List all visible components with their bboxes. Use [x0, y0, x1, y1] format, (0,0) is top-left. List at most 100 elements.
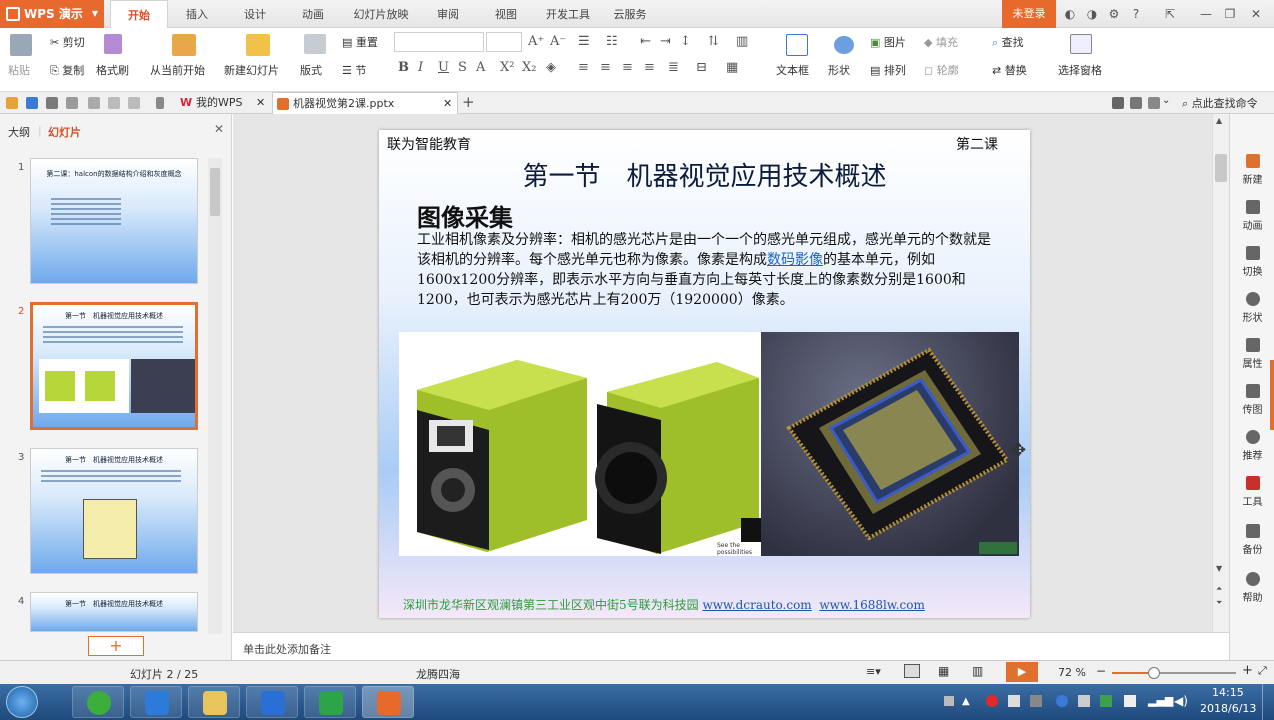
tab-view[interactable]: 视图	[482, 0, 530, 28]
new-tab-icon[interactable]: +	[462, 93, 475, 111]
close-icon[interactable]: ✕	[1246, 4, 1266, 24]
sorter-view-icon[interactable]: ▦	[938, 664, 949, 678]
side-upload-image[interactable]: 传图	[1230, 384, 1274, 416]
taskbar-wps-presentation[interactable]	[362, 686, 414, 718]
side-recommend[interactable]: 推荐	[1230, 430, 1274, 462]
font-shrink-icon[interactable]: A⁻	[550, 34, 566, 49]
justify-icon[interactable]: ≡	[644, 60, 655, 75]
textbox-button[interactable]: 文本框	[776, 62, 809, 78]
tab-cloud[interactable]: 云服务	[604, 0, 656, 28]
tab-my-wps[interactable]: W 我的WPS ✕	[176, 92, 270, 114]
feedback-icon[interactable]: ◑	[1082, 4, 1102, 24]
zoom-out-icon[interactable]: −	[1096, 664, 1106, 678]
print-icon[interactable]	[46, 97, 58, 109]
slide-thumb-1[interactable]: 第二课：halcon的数据结构介绍和灰度概念	[30, 158, 198, 284]
taskbar-explorer[interactable]	[188, 686, 240, 718]
copy-button[interactable]: ⎘ 复制	[50, 62, 84, 78]
distribute-icon[interactable]: ≣	[668, 60, 679, 75]
zoom-slider-handle[interactable]	[1148, 667, 1160, 679]
thumbs-scrollbar[interactable]	[208, 158, 222, 634]
italic-icon[interactable]: I	[418, 60, 423, 75]
tray-expand-icon[interactable]: ▲	[962, 696, 970, 707]
slide-subtitle[interactable]: 图像采集	[417, 198, 513, 233]
play-from-current-button[interactable]: 从当前开始	[150, 62, 205, 78]
subscript-icon[interactable]: X₂	[522, 60, 536, 75]
clock-date[interactable]: 2018/6/13	[1200, 702, 1256, 715]
font-color-icon[interactable]: A	[476, 60, 485, 75]
close-tab-icon[interactable]: ✕	[443, 93, 452, 115]
minimize-icon[interactable]: —	[1196, 4, 1216, 24]
shadow-icon[interactable]: S	[458, 60, 467, 75]
smart-art-icon[interactable]: ▦	[726, 60, 738, 75]
add-slide-button[interactable]: +	[88, 636, 144, 656]
tab-insert[interactable]: 插入	[172, 0, 222, 28]
pdf-icon[interactable]	[88, 97, 100, 109]
notes-toggle-icon[interactable]: ≡▾	[866, 665, 881, 678]
bluetooth-icon[interactable]	[1056, 695, 1068, 707]
show-desktop-button[interactable]	[1262, 684, 1274, 720]
slide-thumb-2[interactable]: 第一节 机器视觉应用技术概述	[30, 302, 198, 430]
side-help[interactable]: 帮助	[1230, 572, 1274, 604]
footer-link-1[interactable]: www.dcrauto.com	[702, 598, 811, 612]
notes-placeholder[interactable]: 单击此处添加备注	[243, 641, 331, 657]
taskbar-wps-writer[interactable]	[246, 686, 298, 718]
tab-review[interactable]: 审阅	[424, 0, 472, 28]
fill-button[interactable]: ◆ 填充	[924, 34, 958, 50]
app-menu-button[interactable]: WPS 演示 ▼	[0, 0, 104, 28]
settings-icon[interactable]: ⚙	[1104, 4, 1124, 24]
scroll-up-icon[interactable]: ▲	[1216, 116, 1222, 125]
scrollbar-thumb[interactable]	[210, 168, 220, 216]
decrease-indent-icon[interactable]: ⇤	[640, 34, 651, 49]
tray-app-icon[interactable]	[1030, 695, 1042, 707]
network-icon[interactable]: ▂▄▆	[1148, 694, 1173, 707]
side-shape[interactable]: 形状	[1230, 292, 1274, 324]
bullets-icon[interactable]: ☰	[578, 34, 590, 49]
replace-button[interactable]: ⇄ 替换	[992, 62, 1027, 78]
more-icon[interactable]: ⌄	[1162, 95, 1170, 106]
find-button[interactable]: ⌕ 查找	[992, 34, 1024, 50]
taskbar-wps-sheets[interactable]	[304, 686, 356, 718]
zoom-level[interactable]: 72 %	[1058, 666, 1086, 679]
redo-icon[interactable]	[128, 97, 140, 109]
fit-window-icon[interactable]: ⤢	[1258, 664, 1267, 678]
sensor-image[interactable]	[761, 332, 1019, 556]
login-button[interactable]: 未登录	[1002, 0, 1056, 28]
text-direction-icon[interactable]: ⇅	[708, 34, 719, 49]
skin-icon[interactable]: ◐	[1060, 4, 1080, 24]
tab-document[interactable]: 机器视觉第2课.pptx ✕	[272, 92, 458, 114]
body-link[interactable]: 数码影像	[767, 252, 823, 268]
tray-app-icon[interactable]	[1100, 695, 1112, 707]
clock-time[interactable]: 14:15	[1212, 686, 1244, 699]
reading-view-icon[interactable]: ▥	[972, 664, 983, 678]
tray-app-icon[interactable]	[986, 695, 998, 707]
normal-view-icon[interactable]	[904, 664, 920, 678]
cut-button[interactable]: ✂ 剪切	[50, 34, 85, 50]
slide[interactable]: 联为智能教育 第二课 第一节 机器视觉应用技术概述 图像采集 工业相机像素及分辨…	[379, 130, 1030, 618]
clear-format-icon[interactable]: ◈	[546, 60, 556, 75]
tab-slideshow[interactable]: 幻灯片放映	[346, 0, 416, 28]
font-name-field[interactable]	[394, 32, 484, 52]
tab-developer[interactable]: 开发工具	[538, 0, 598, 28]
tab-slides[interactable]: 幻灯片	[48, 124, 81, 140]
scroll-down-icon[interactable]: ▼	[1216, 564, 1222, 573]
side-animation[interactable]: 动画	[1230, 200, 1274, 232]
customize-icon[interactable]	[156, 97, 164, 109]
side-tools[interactable]: 工具	[1230, 476, 1274, 508]
font-size-field[interactable]	[486, 32, 522, 52]
align-center-icon[interactable]: ≡	[600, 60, 611, 75]
slide-body-text[interactable]: 工业相机像素及分辨率：相机的感光芯片是由一个一个的感光单元组成，感光单元的个数就…	[417, 230, 991, 310]
prev-slide-icon[interactable]: ⏶	[1216, 584, 1222, 594]
maximize-icon[interactable]: ❐	[1220, 4, 1240, 24]
tray-app-icon[interactable]	[1078, 695, 1090, 707]
underline-icon[interactable]: U	[438, 60, 449, 75]
restore-ribbon-icon[interactable]: ⇱	[1160, 4, 1180, 24]
tray-app-icon[interactable]	[1008, 695, 1020, 707]
close-tab-icon[interactable]: ✕	[256, 92, 265, 114]
side-backup[interactable]: 备份	[1230, 524, 1274, 556]
undo-icon[interactable]	[108, 97, 120, 109]
zoom-in-icon[interactable]: +	[1242, 663, 1253, 678]
tab-design[interactable]: 设计	[230, 0, 280, 28]
scrollbar-thumb[interactable]	[1215, 154, 1227, 182]
slideshow-play-icon[interactable]: ▶	[1006, 662, 1038, 682]
screen-capture-icon[interactable]	[1112, 97, 1124, 109]
